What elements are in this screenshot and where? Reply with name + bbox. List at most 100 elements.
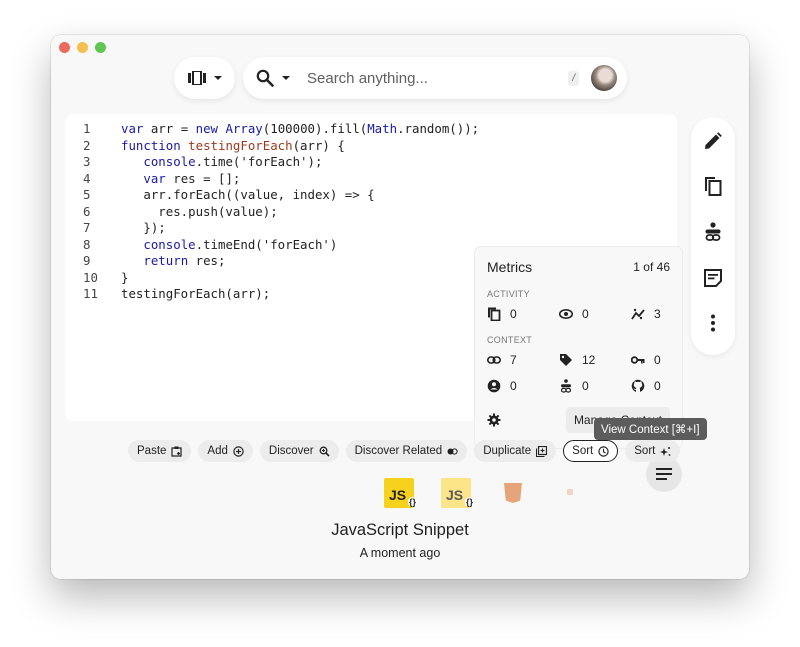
avatar[interactable] (591, 65, 617, 91)
activity-label: ACTIVITY (487, 289, 530, 299)
tag-icon (560, 354, 572, 366)
activity-grid: 0 0 3 (487, 307, 670, 321)
sort-by-time-chip[interactable]: Sort (563, 440, 619, 462)
code-token: var (121, 121, 144, 136)
chevron-down-icon (282, 76, 290, 80)
edit-button[interactable] (697, 127, 729, 155)
person-link-icon (560, 379, 572, 393)
code-line: 2 function testingForEach (arr) { (79, 138, 479, 155)
code-token: arr.forEach((value, index) => { (121, 187, 375, 202)
javascript-icon[interactable]: JS {} (384, 478, 417, 508)
code-token: }); (121, 220, 166, 235)
discover-related-chip[interactable]: Discover Related (345, 440, 468, 462)
code-token: new (195, 121, 218, 136)
note-icon (704, 268, 722, 287)
app-window: / 1 var arr = new Array(100000).fill(Math… (51, 35, 749, 579)
side-action-bar (691, 117, 735, 355)
search-input[interactable] (307, 69, 569, 87)
line-number: 4 (83, 170, 91, 186)
line-number: 3 (83, 154, 91, 169)
code-token: Math (367, 121, 398, 136)
action-chips: Paste Add Discover Discover Related Dupl… (128, 440, 681, 462)
metrics-title: Metrics (487, 259, 533, 275)
code-line: 1 var arr = new Array (100000).fill(Math .r… (79, 121, 479, 138)
code-block[interactable]: 1 var arr = new Array (100000).fill(Math .r… (79, 121, 479, 303)
sort-smart-chip[interactable]: Sort (625, 440, 681, 462)
code-token: console (143, 236, 196, 252)
search-mode-button[interactable] (256, 69, 290, 87)
context-grid: 7 12 0 0 0 0 (487, 353, 670, 393)
snippet-title: JavaScript Snippet (331, 521, 469, 539)
code-token: .random()); (397, 121, 480, 136)
copy-button[interactable] (697, 173, 729, 201)
code-token: testingForEach (188, 137, 293, 153)
gear-icon[interactable] (487, 413, 501, 427)
code-line: 5 arr.forEach((value, index) => { (79, 187, 479, 204)
metrics-count: 1 of 46 (633, 260, 670, 274)
person-link-icon (705, 222, 721, 241)
link-icon (487, 356, 501, 364)
add-circle-icon (233, 445, 244, 457)
code-editor[interactable]: 1 var arr = new Array (100000).fill(Math .r… (65, 114, 683, 492)
code-token: console (143, 154, 196, 169)
person-icon (487, 379, 501, 393)
note-button[interactable] (697, 264, 729, 292)
line-number: 6 (83, 203, 91, 219)
paste-chip[interactable]: Paste (128, 440, 192, 462)
activity-copies: 0 (487, 307, 559, 321)
context-people: 0 (487, 379, 559, 393)
view-carousel-icon (187, 71, 206, 85)
add-chip[interactable]: Add (198, 440, 253, 462)
eye-icon (559, 309, 573, 319)
share-person-button[interactable] (697, 218, 729, 246)
shortcut-hint: / (568, 70, 579, 86)
trending-icon (631, 308, 645, 320)
code-token: .timeEnd('forEach') (195, 236, 338, 252)
copy-icon (488, 307, 501, 321)
code-line: 3 console .time('forEach'); (79, 154, 479, 171)
code-token: var (143, 170, 166, 186)
copy-icon (705, 177, 722, 197)
clock-icon (598, 445, 609, 457)
html5-icon[interactable] (498, 478, 528, 508)
line-number: 1 (83, 121, 91, 136)
code-line: 6 res.push(value); (79, 204, 479, 221)
close-window-button[interactable] (59, 42, 70, 53)
maximize-window-button[interactable] (95, 42, 106, 53)
context-tags: 12 (559, 353, 631, 367)
minimize-window-button[interactable] (77, 42, 88, 53)
code-token: Array (225, 121, 263, 136)
code-token: arr = (143, 121, 196, 136)
context-keys: 0 (631, 353, 691, 367)
small-file-icon[interactable] (555, 478, 585, 508)
code-token: res = []; (165, 170, 241, 186)
sparkle-icon (660, 446, 671, 456)
duplicate-icon (536, 445, 548, 457)
code-token: (100000).fill( (262, 121, 368, 136)
line-number: 2 (83, 137, 91, 153)
line-number: 10 (83, 269, 98, 285)
context-links: 7 (487, 353, 559, 367)
context-label: CONTEXT (487, 335, 533, 345)
duplicate-chip[interactable]: Duplicate (474, 440, 557, 462)
snippet-timestamp: A moment ago (359, 546, 441, 560)
code-line: 4 var res = []; (79, 171, 479, 188)
code-token: res; (188, 253, 226, 268)
window-controls (59, 42, 106, 53)
layout-view-button[interactable] (174, 57, 235, 99)
more-options-button[interactable] (697, 309, 729, 337)
javascript-faded-icon[interactable]: JS {} (441, 478, 474, 508)
search-bar: / (243, 57, 627, 99)
paste-icon (171, 446, 183, 457)
code-token: res.push(value); (121, 203, 278, 219)
code-line: 9 return res; (79, 253, 479, 270)
context-github: 0 (631, 379, 691, 393)
code-line: 8 console .timeEnd('forEach') (79, 237, 479, 254)
discover-chip[interactable]: Discover (259, 440, 339, 462)
